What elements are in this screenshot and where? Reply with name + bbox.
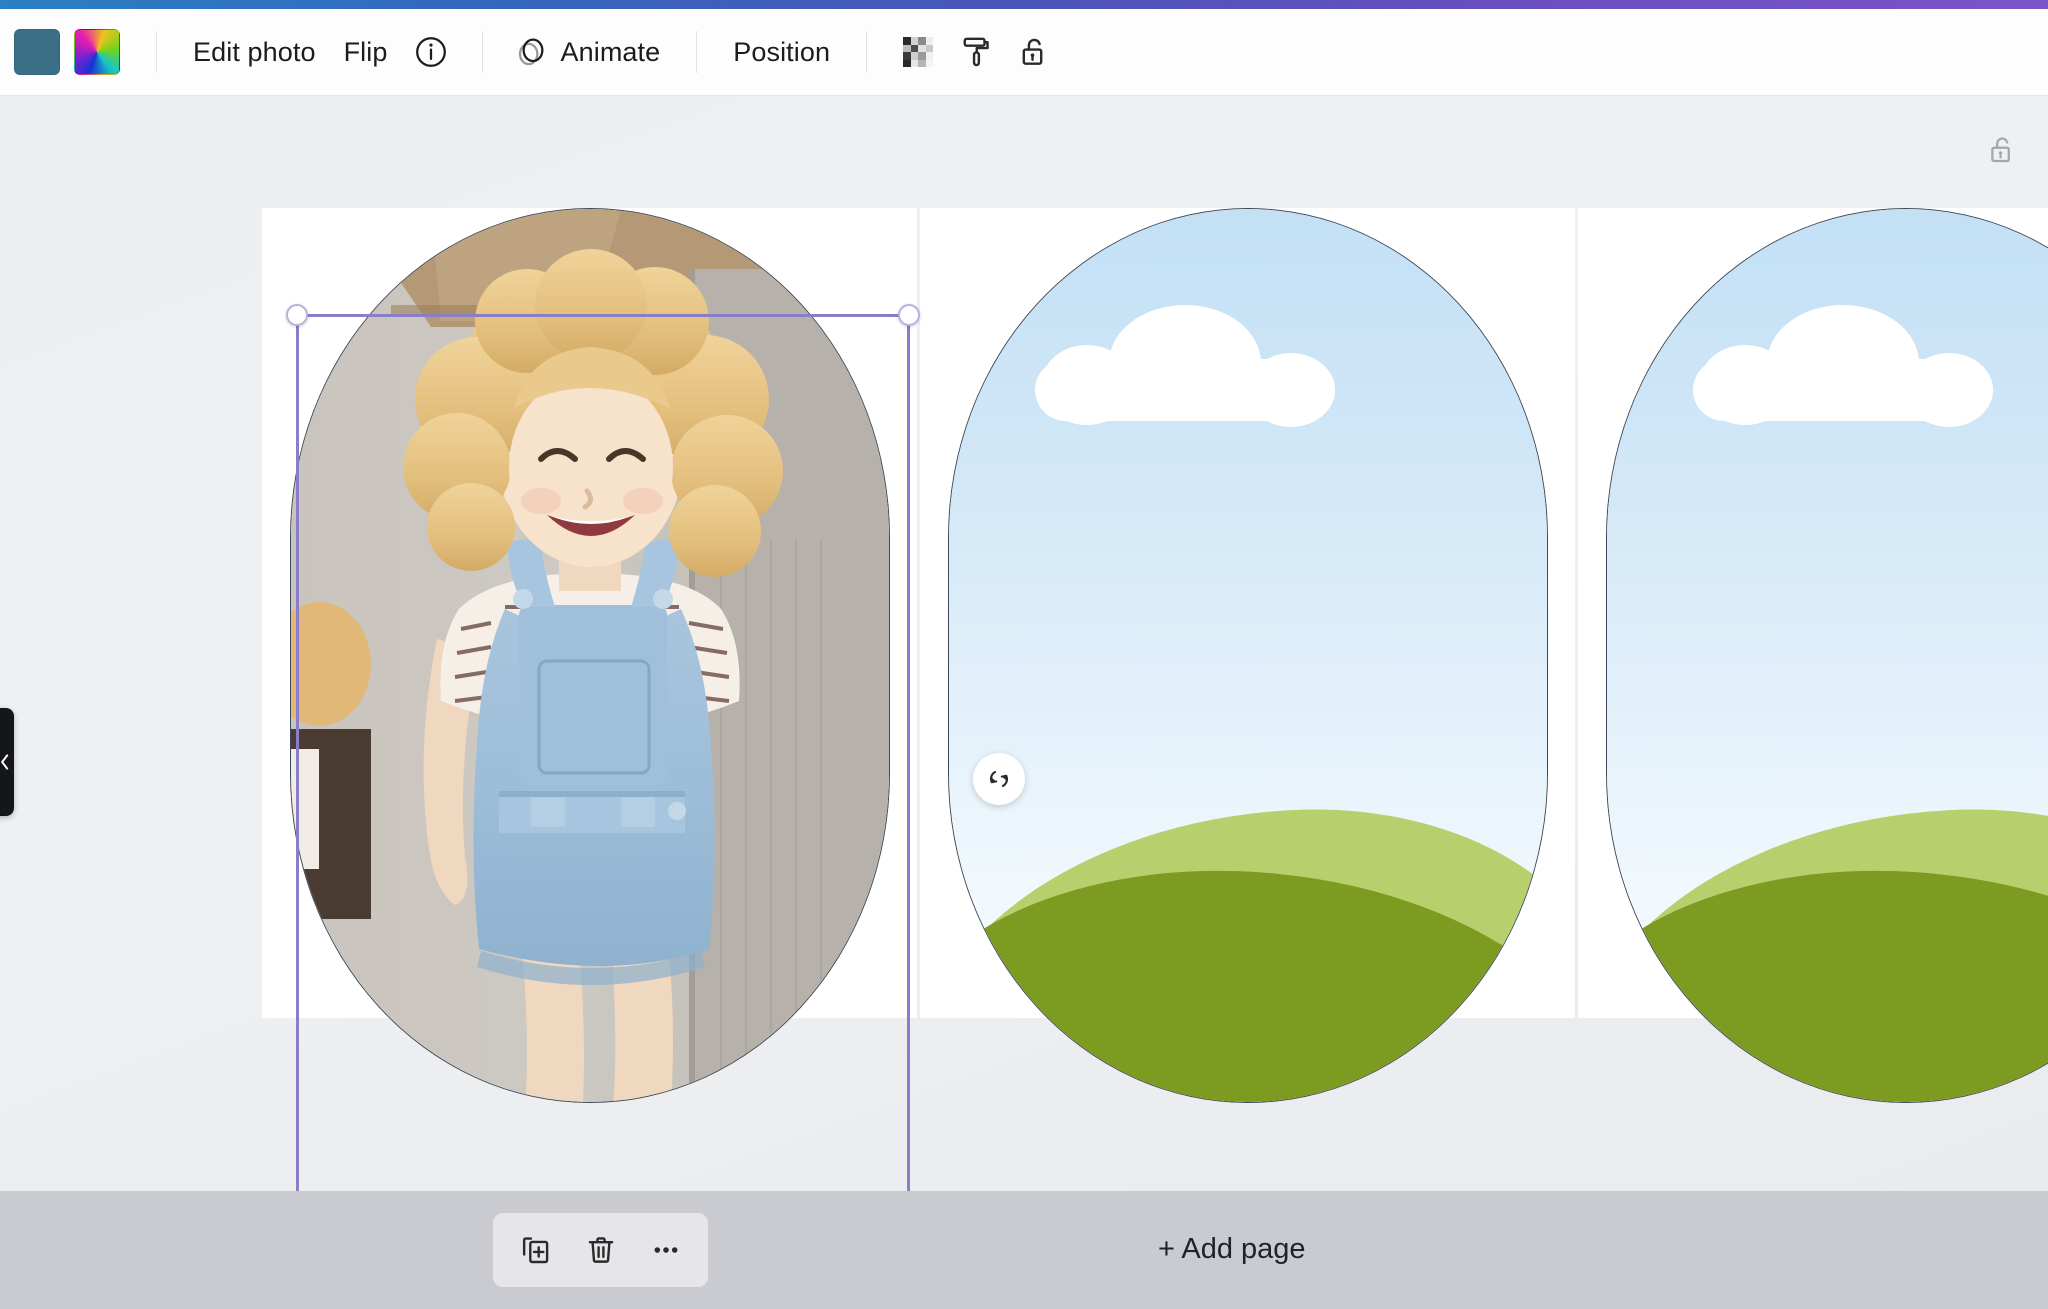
page-thumbnail-1[interactable] — [262, 208, 917, 1018]
chevron-left-icon — [0, 751, 12, 773]
duplicate-page-icon — [518, 1232, 554, 1268]
duplicate-page-button[interactable] — [508, 1222, 564, 1278]
edit-photo-label: Edit photo — [193, 37, 316, 68]
flip-button[interactable]: Flip — [330, 24, 402, 80]
position-label: Position — [733, 37, 830, 68]
canvas-area[interactable] — [0, 96, 2048, 1191]
cloud-shape — [1035, 305, 1335, 421]
info-button[interactable] — [402, 23, 460, 81]
add-page-label: + Add page — [1158, 1233, 1306, 1265]
color-swatch[interactable] — [14, 29, 60, 75]
transparency-button[interactable] — [889, 23, 947, 81]
page-thumbnail-3[interactable] — [1578, 208, 2048, 1018]
more-options-icon — [648, 1232, 684, 1268]
toddler-photo — [291, 209, 889, 1102]
collapse-sidebar-button[interactable] — [0, 708, 14, 816]
transparency-checkerboard-icon — [903, 37, 933, 67]
rainbow-color-swatch[interactable] — [74, 29, 120, 75]
paint-roller-icon — [958, 34, 994, 70]
toolbar-divider — [866, 31, 867, 73]
page-bottom-bar: + Add page — [0, 1191, 2048, 1309]
landscape-arch-frame[interactable] — [948, 208, 1548, 1103]
toolbar-divider — [482, 31, 483, 73]
canvas-lock-button[interactable] — [1980, 128, 2024, 172]
animate-label: Animate — [561, 37, 661, 68]
cloud-shape — [1693, 305, 1993, 421]
animate-icon — [511, 32, 551, 72]
brand-gradient-bar — [0, 0, 2048, 9]
animate-button[interactable]: Animate — [505, 24, 675, 80]
lock-button[interactable] — [1005, 23, 1063, 81]
object-toolbar: Edit photo Flip Animate Position — [0, 9, 2048, 96]
photo-arch-frame[interactable] — [290, 208, 890, 1103]
info-icon — [413, 34, 449, 70]
unlock-icon — [1016, 34, 1052, 70]
rotate-icon — [986, 766, 1012, 792]
trash-icon — [583, 1232, 619, 1268]
resize-handle-top-left[interactable] — [286, 304, 308, 326]
unlock-icon — [1985, 133, 2019, 167]
position-button[interactable]: Position — [719, 24, 844, 80]
photo-content — [291, 209, 889, 1102]
page-actions-toolbar — [493, 1213, 708, 1287]
edit-photo-button[interactable]: Edit photo — [179, 24, 330, 80]
toolbar-divider — [156, 31, 157, 73]
rotate-handle-button[interactable] — [973, 753, 1025, 805]
more-options-button[interactable] — [638, 1222, 694, 1278]
add-page-button[interactable]: + Add page — [1140, 1223, 1324, 1276]
toolbar-divider — [696, 31, 697, 73]
paint-roller-button[interactable] — [947, 23, 1005, 81]
delete-page-button[interactable] — [573, 1222, 629, 1278]
resize-handle-top-right[interactable] — [898, 304, 920, 326]
page-thumbnail-2[interactable] — [920, 208, 1575, 1018]
landscape-arch-frame[interactable] — [1606, 208, 2048, 1103]
flip-label: Flip — [344, 37, 388, 68]
